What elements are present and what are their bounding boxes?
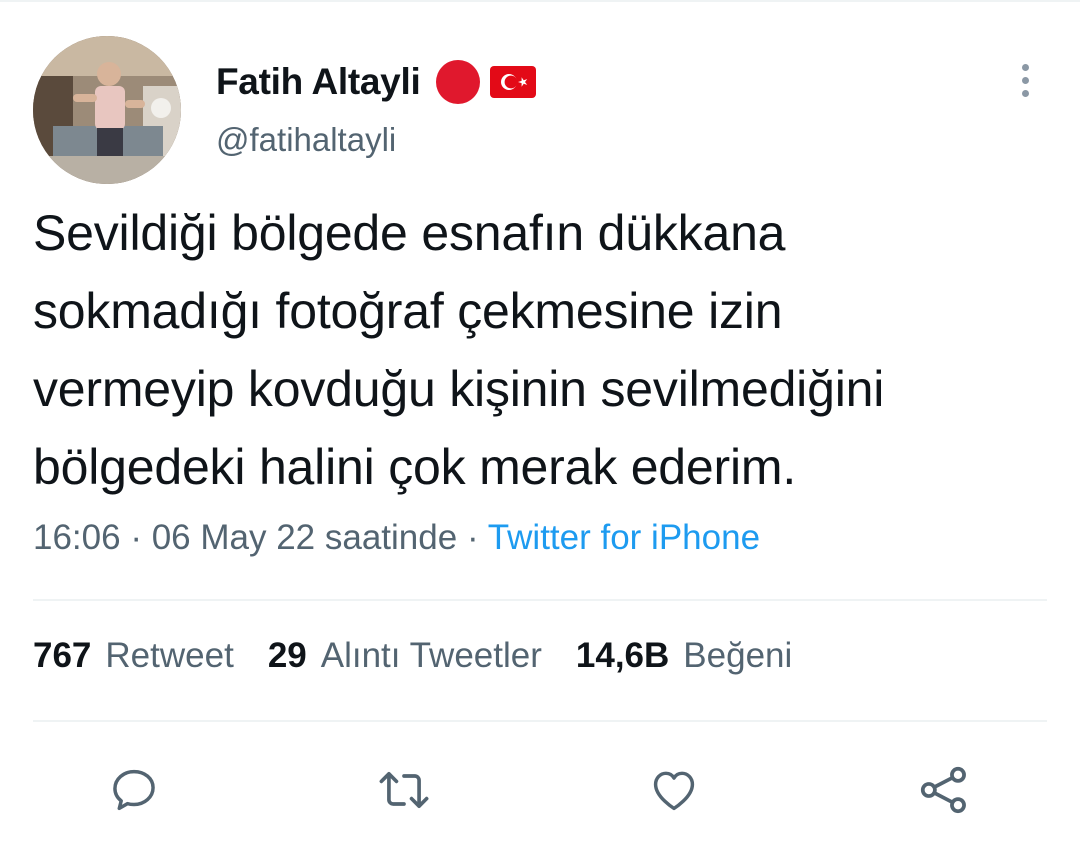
tweet-text: Sevildiği bölgede esnafın dükkana sokmad…: [33, 194, 1063, 506]
retweet-icon: [379, 772, 429, 808]
retweet-button[interactable]: [374, 760, 434, 820]
share-icon: [920, 766, 966, 814]
meta-separator: ·: [130, 518, 142, 557]
turkey-flag-icon: [490, 66, 537, 98]
quote-tweet-label: Alıntı Tweetler: [320, 636, 542, 675]
top-border: [0, 0, 1080, 2]
divider: [33, 599, 1047, 601]
tweet-text-line: Sevildiği bölgede esnafın dükkana: [33, 205, 786, 261]
share-button[interactable]: [914, 760, 974, 820]
divider: [33, 720, 1047, 722]
retweet-stat[interactable]: 767 Retweet: [33, 636, 234, 676]
retweet-count: 767: [33, 636, 92, 675]
tweet-text-line: sokmadığı fotoğraf çekmesine izin: [33, 283, 783, 339]
tweet-date[interactable]: 06 May 22 saatinde: [152, 518, 457, 557]
red-circle-badge-icon: [436, 60, 481, 104]
tweet-time[interactable]: 16:06: [33, 518, 121, 557]
tweet-text-line: bölgedeki halini çok merak ederim.: [33, 439, 797, 495]
more-options-icon[interactable]: [1010, 60, 1040, 100]
reply-button[interactable]: [104, 760, 164, 820]
quote-tweet-count: 29: [267, 636, 307, 675]
avatar-photo-icon: [33, 36, 181, 184]
tweet-text-line: vermeyip kovduğu kişinin sevilmediğini: [33, 361, 885, 417]
like-stat[interactable]: 14,6B Beğeni: [576, 636, 792, 676]
tweet-stats: 767 Retweet 29 Alıntı Tweetler 14,6B Beğeni: [33, 636, 826, 676]
meta-separator: ·: [466, 518, 479, 557]
tweet-meta: 16:06 · 06 May 22 saatinde · Twitter for…: [33, 518, 760, 558]
display-name[interactable]: Fatih Altayli: [216, 61, 421, 103]
author-name-row: Fatih Altayli: [216, 58, 537, 106]
like-count: 14,6B: [575, 636, 670, 675]
like-icon: [653, 771, 695, 811]
avatar[interactable]: [33, 36, 181, 184]
tweet-source-link[interactable]: Twitter for iPhone: [488, 518, 760, 557]
reply-icon: [113, 769, 155, 811]
user-handle[interactable]: @fatihaltayli: [216, 121, 396, 159]
quote-tweet-stat[interactable]: 29 Alıntı Tweetler: [268, 636, 542, 676]
retweet-label: Retweet: [105, 636, 234, 675]
like-label: Beğeni: [683, 636, 793, 675]
tweet-action-bar: [0, 760, 1080, 820]
like-button[interactable]: [644, 760, 704, 820]
